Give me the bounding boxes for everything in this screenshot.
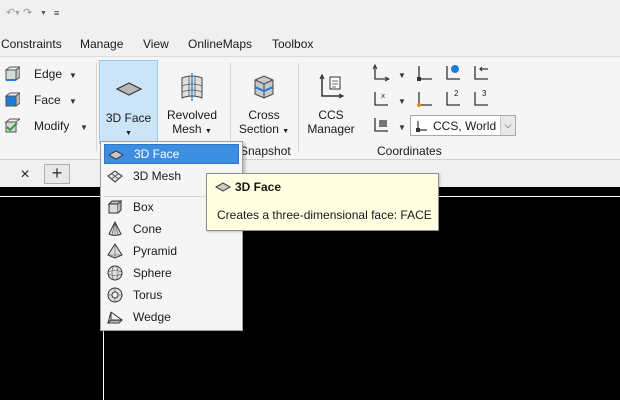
cross-section-label-line1: Cross (248, 108, 280, 122)
3d-face-icon (108, 150, 124, 160)
ribbon-separator (230, 63, 231, 151)
modify-dropdown-arrow-icon[interactable]: ▼ (80, 123, 88, 132)
menu-constraints[interactable]: Constraints (1, 37, 62, 51)
ccs-manager-icon (319, 73, 345, 99)
face-label: Face (34, 93, 61, 107)
revolved-mesh-icon (181, 73, 203, 101)
group-label-coordinates: Coordinates (377, 144, 442, 158)
torus-icon (107, 287, 123, 303)
coord-digit-2: 2 (454, 89, 459, 98)
chevron-down-icon[interactable]: ⌵ (500, 116, 515, 135)
cross-section-button[interactable]: Cross Section ▼ (236, 60, 292, 140)
ucs-3point-icon[interactable] (414, 89, 434, 109)
ribbon: Edge ▼ Face ▼ Modify ▼ 3D Face ▼ Revolve… (0, 56, 620, 160)
ucs-origin-icon[interactable] (370, 63, 390, 83)
chevron-down-icon[interactable]: ▼ (14, 10, 21, 17)
revolved-mesh-label-line2: Mesh ▼ (172, 122, 212, 136)
revolved-mesh-label-line1: Revolved (166, 108, 218, 122)
sphere-icon (107, 265, 123, 281)
ccs-manager-button[interactable]: CCS Manager (304, 60, 358, 140)
menu-bar: Constraints Manage View OnlineMaps Toolb… (0, 34, 620, 54)
redo-arrow-icon[interactable]: ↷ (23, 6, 32, 19)
edge-button[interactable]: Edge (4, 62, 62, 86)
3d-face-icon (115, 82, 142, 96)
ribbon-separator (298, 63, 299, 151)
revolved-mesh-button[interactable]: Revolved Mesh ▼ (162, 60, 222, 140)
chevron-down-icon: ▼ (125, 130, 132, 137)
pyramid-icon (107, 243, 123, 259)
chevron-down-icon[interactable]: ▼ (40, 10, 47, 17)
3d-mesh-icon (107, 170, 123, 183)
3d-face-label: 3D Face (105, 111, 152, 125)
ribbon-separator (96, 63, 97, 151)
dropdown-item-torus[interactable]: Torus (104, 285, 239, 305)
dropdown-item-pyramid[interactable]: Pyramid (104, 241, 239, 261)
edge-icon (4, 66, 20, 81)
ucs-face-icon[interactable] (442, 63, 462, 83)
quick-access-toolbar: ↶ ▼ ↷ ▼ ≡ (0, 0, 620, 30)
modify-button[interactable]: Modify (4, 114, 69, 138)
face-dropdown-arrow-icon[interactable]: ▼ (69, 97, 77, 106)
modify-label: Modify (34, 119, 70, 133)
chevron-down-icon: ▼ (282, 128, 290, 135)
ucs-2-icon[interactable] (442, 89, 462, 109)
ucs-world-icon[interactable] (414, 63, 434, 83)
wedge-icon (107, 311, 123, 324)
menu-toolbox[interactable]: Toolbox (272, 37, 313, 51)
3d-face-tooltip: 3D Face Creates a three-dimensional face… (206, 173, 439, 231)
ucs-x-rotate-icon[interactable]: x (370, 89, 390, 109)
face-button[interactable]: Face (4, 88, 61, 112)
customize-menu-icon[interactable]: ≡ (54, 8, 59, 18)
box-icon (107, 199, 123, 214)
ccs-manager-label-line1: CCS (318, 108, 344, 122)
tooltip-header: 3D Face (215, 180, 281, 194)
close-tab-icon[interactable]: × (12, 165, 38, 185)
chevron-down-icon: ▼ (204, 128, 212, 135)
ccs-manager-label-line2: Manager (307, 122, 355, 136)
ucs-3-icon[interactable] (470, 89, 490, 109)
tooltip-title: 3D Face (235, 180, 282, 194)
menu-manage[interactable]: Manage (80, 37, 123, 51)
menu-view[interactable]: View (143, 37, 169, 51)
face-icon (4, 92, 20, 107)
ucs-rotate-dropdown-arrow-icon[interactable]: ▼ (398, 97, 406, 106)
add-tab-button[interactable]: + (44, 164, 70, 184)
cone-icon (108, 221, 122, 236)
tooltip-description: Creates a three-dimensional face: FACE (217, 208, 432, 222)
edge-dropdown-arrow-icon[interactable]: ▼ (69, 71, 77, 80)
modify-icon (4, 118, 20, 133)
group-label-snapshot: Snapshot (240, 144, 291, 158)
coord-digit-3: 3 (482, 89, 487, 98)
ucs-named-icon[interactable] (370, 115, 390, 135)
3d-face-button[interactable]: 3D Face ▼ (99, 60, 158, 144)
dropdown-item-wedge[interactable]: Wedge (104, 307, 239, 327)
ucs-origin-dropdown-arrow-icon[interactable]: ▼ (398, 71, 406, 80)
dropdown-item-3d-face[interactable]: 3D Face (104, 144, 239, 164)
ucs-previous-icon[interactable] (470, 63, 490, 83)
ccs-world-icon (416, 120, 427, 132)
cross-section-label-line2: Section ▼ (238, 122, 290, 136)
3d-face-icon (215, 182, 231, 192)
3d-face-dropdown-menu: 3D Face 3D Mesh Box Cone Pyramid Sphere … (100, 141, 243, 331)
menu-onlinemaps[interactable]: OnlineMaps (188, 37, 252, 51)
ccs-combo-box[interactable]: CCS, World ⌵ (410, 115, 516, 136)
ucs-named-dropdown-arrow-icon[interactable]: ▼ (398, 123, 406, 132)
edge-label: Edge (34, 67, 63, 81)
svg-text:x: x (381, 92, 385, 100)
cross-section-icon (254, 75, 274, 99)
ccs-combo-value: CCS, World (433, 118, 497, 133)
dropdown-item-sphere[interactable]: Sphere (104, 263, 239, 283)
